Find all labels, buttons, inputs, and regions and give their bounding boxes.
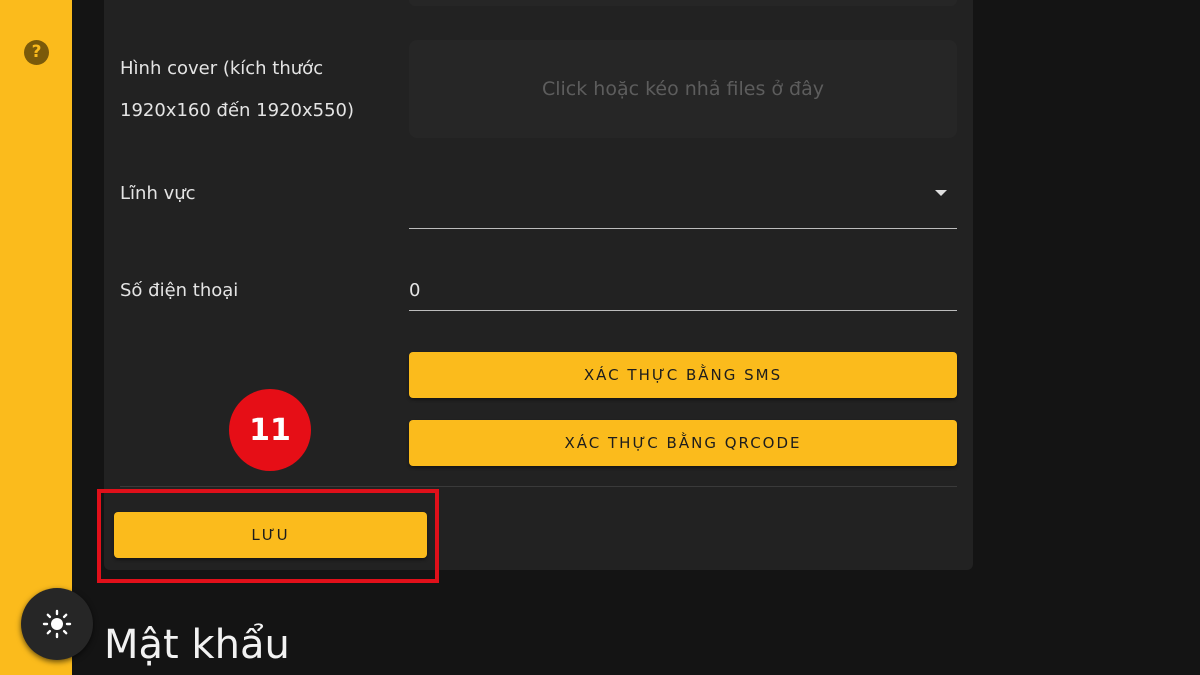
verify-qrcode-button[interactable]: XÁC THỰC BẰNG QRCODE	[409, 420, 957, 466]
password-section-heading: Mật khẩu	[104, 622, 290, 668]
verify-sms-button[interactable]: XÁC THỰC BẰNG SMS	[409, 352, 957, 398]
phone-label: Số điện thoại	[120, 280, 239, 301]
phone-value: 0	[409, 280, 421, 301]
highlight-box	[97, 489, 439, 583]
chevron-down-icon	[935, 190, 947, 196]
previous-field	[409, 0, 957, 6]
help-icon[interactable]: ?	[24, 40, 49, 65]
sidebar: ?	[0, 0, 72, 675]
step-badge: 11	[229, 389, 311, 471]
divider	[120, 486, 957, 487]
sun-icon	[42, 609, 72, 639]
dropzone-hint: Click hoặc kéo nhả files ở đây	[541, 78, 825, 100]
cover-image-label: Hình cover (kích thước 1920x160 đến 1920…	[120, 58, 355, 121]
cover-image-dropzone[interactable]: Click hoặc kéo nhả files ở đây	[409, 40, 957, 138]
field-select[interactable]	[409, 172, 957, 229]
phone-input[interactable]: 0	[409, 270, 957, 311]
theme-toggle-button[interactable]	[21, 588, 93, 660]
field-label: Lĩnh vực	[120, 183, 196, 204]
